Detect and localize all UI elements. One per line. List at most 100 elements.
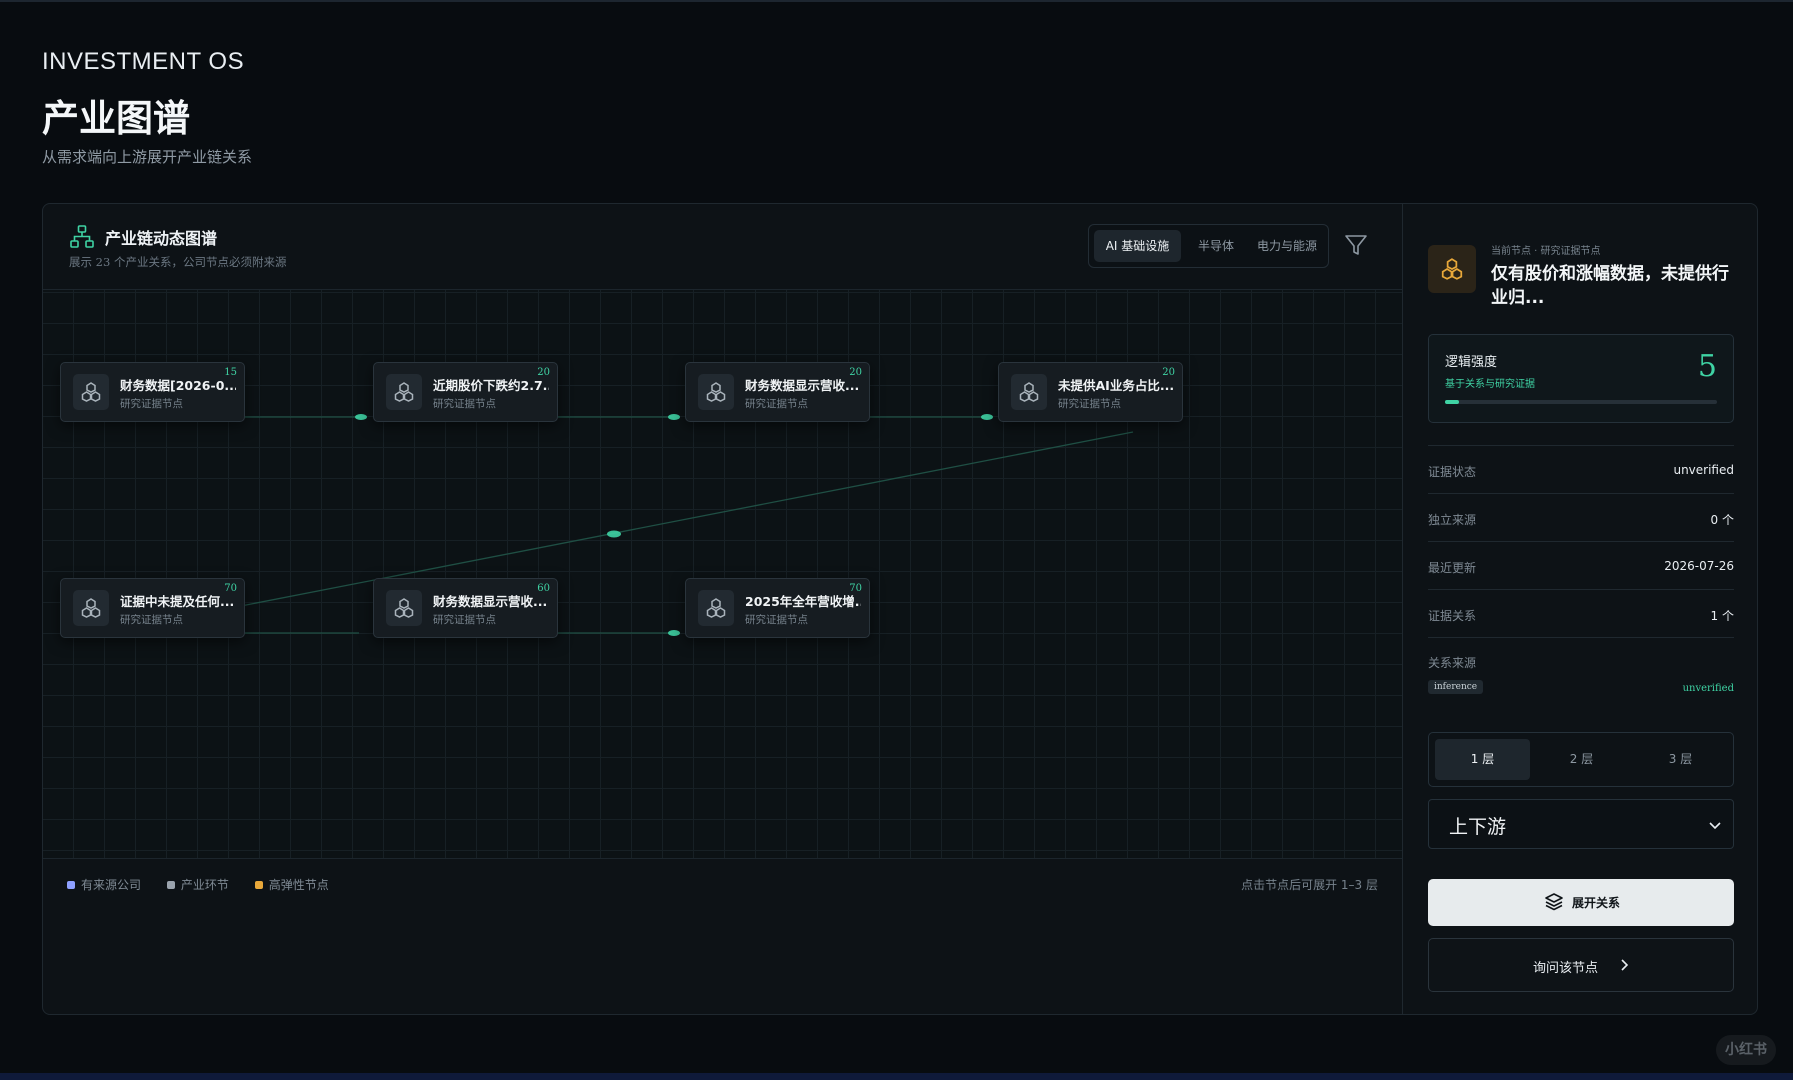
- detail-value: unverified: [1673, 463, 1734, 477]
- node-type: 研究证据节点: [120, 614, 183, 626]
- source-tag: inference: [1428, 680, 1484, 694]
- strength-bar-fill: [1445, 400, 1459, 404]
- detail-value: 1 个: [1710, 609, 1734, 623]
- tab-power-energy[interactable]: 电力与能源: [1249, 230, 1325, 262]
- current-node-title: 仅有股价和涨幅数据，未提供行业归...: [1491, 264, 1729, 308]
- legend-item: 高弹性节点: [254, 876, 329, 893]
- node-cluster-icon: [73, 590, 109, 626]
- edge-arrow: [981, 414, 993, 420]
- detail-key: 证据状态: [1428, 465, 1477, 479]
- tab-ai-infrastructure[interactable]: AI 基础设施: [1094, 230, 1181, 262]
- node-type: 研究证据节点: [745, 614, 808, 626]
- legend-label: 高弹性节点: [268, 878, 329, 892]
- node-label: 近期股价下跌约2.7...: [433, 378, 549, 393]
- filter-icon[interactable]: [1343, 232, 1369, 258]
- node-score: 70: [849, 583, 862, 594]
- current-node-icon: [1428, 245, 1476, 293]
- sector-tabs: AI 基础设施 半导体 电力与能源: [1088, 224, 1329, 268]
- layer-3-button[interactable]: 3 层: [1633, 739, 1728, 780]
- graph-section: 产业链动态图谱 展示 23 个产业关系，公司节点必须附来源 AI 基础设施 半导…: [43, 204, 1402, 1014]
- expand-relations-button[interactable]: 展开关系: [1428, 879, 1734, 926]
- chevron-right-icon: [1621, 959, 1629, 971]
- graph-node[interactable]: 证据中未提及任何... 研究证据节点 70: [60, 578, 245, 638]
- direction-value: 上下游: [1449, 816, 1507, 838]
- layer-1-button[interactable]: 1 层: [1435, 739, 1530, 780]
- node-cluster-icon: [73, 374, 109, 410]
- detail-row: 证据关系 1 个: [1428, 589, 1734, 637]
- edge-arrow: [668, 414, 680, 420]
- strength-bar: [1445, 400, 1717, 404]
- legend-label: 有来源公司: [81, 878, 142, 892]
- source-status: unverified: [1682, 683, 1734, 694]
- legend-swatch: [67, 881, 75, 889]
- expand-relations-label: 展开关系: [1572, 896, 1621, 910]
- graph-title: 产业链动态图谱: [105, 229, 218, 248]
- detail-key: 证据关系: [1428, 609, 1477, 623]
- strength-value: 5: [1697, 349, 1717, 384]
- node-score: 20: [1162, 367, 1175, 378]
- node-label: 未提供AI业务占比...: [1058, 378, 1174, 393]
- ask-node-button[interactable]: 询问该节点: [1428, 938, 1734, 992]
- graph-node[interactable]: 财务数据显示营收... 研究证据节点 60: [373, 578, 558, 638]
- node-cluster-icon: [1011, 374, 1047, 410]
- layer-2-button[interactable]: 2 层: [1534, 739, 1629, 780]
- node-score: 70: [224, 583, 237, 594]
- detail-value: 0 个: [1710, 513, 1734, 527]
- detail-key: 独立来源: [1428, 513, 1477, 527]
- tab-semiconductor[interactable]: 半导体: [1185, 230, 1247, 262]
- legend-item: 有来源公司: [67, 876, 141, 893]
- node-cluster-icon: [698, 374, 734, 410]
- graph-subtitle: 展示 23 个产业关系，公司节点必须附来源: [69, 255, 287, 269]
- graph-node[interactable]: 财务数据显示营收... 研究证据节点 20: [685, 362, 870, 422]
- chevron-down-icon: [1709, 822, 1721, 830]
- brand-label: INVESTMENT OS: [42, 48, 245, 75]
- node-cluster-icon: [698, 590, 734, 626]
- bottom-bar: [0, 1073, 1793, 1080]
- node-type: 研究证据节点: [433, 614, 496, 626]
- node-label: 财务数据显示营收...: [745, 378, 860, 393]
- node-detail-panel: 当前节点 · 研究证据节点 仅有股价和涨幅数据，未提供行业归... 逻辑强度 基…: [1403, 204, 1757, 1014]
- node-score: 20: [849, 367, 862, 378]
- layer-selector: 1 层 2 层 3 层: [1428, 732, 1734, 787]
- graph-node[interactable]: 2025年全年营收增... 研究证据节点 70: [685, 578, 870, 638]
- node-label: 2025年全年营收增...: [745, 594, 861, 609]
- legend-swatch: [254, 881, 263, 889]
- graph-node[interactable]: 近期股价下跌约2.7... 研究证据节点 20: [373, 362, 558, 422]
- ask-node-label: 询问该节点: [1533, 961, 1599, 976]
- strength-subtitle: 基于关系与研究证据: [1445, 379, 1535, 390]
- legend-item: 产业环节: [166, 876, 229, 893]
- direction-select[interactable]: 上下游: [1428, 799, 1734, 849]
- node-type: 研究证据节点: [1058, 398, 1121, 410]
- node-cluster-icon: [386, 590, 422, 626]
- graph-canvas[interactable]: 财务数据[2026-0... 研究证据节点 15 近期股价下跌约2.7... 研…: [43, 289, 1402, 859]
- legend-swatch: [166, 881, 175, 889]
- source-label: 关系来源: [1428, 656, 1477, 670]
- edge-midpoint: [607, 530, 621, 538]
- strength-label: 逻辑强度: [1445, 355, 1498, 370]
- expand-hint: 点击节点后可展开 1–3 层: [1241, 878, 1378, 892]
- detail-value: 2026-07-26: [1664, 559, 1734, 573]
- edge-arrow: [668, 630, 680, 636]
- detail-row: 独立来源 0 个: [1428, 493, 1734, 541]
- node-type: 研究证据节点: [120, 398, 183, 410]
- layers-icon: [1545, 893, 1563, 911]
- detail-row: 最近更新 2026-07-26: [1428, 541, 1734, 589]
- top-border: [0, 0, 1793, 2]
- hierarchy-icon: [70, 225, 94, 248]
- edge-arrow: [355, 414, 367, 420]
- graph-legend: 有来源公司 产业环节 高弹性节点: [67, 876, 351, 893]
- page-subtitle: 从需求端向上游展开产业链关系: [42, 148, 253, 166]
- logic-strength-card: 逻辑强度 基于关系与研究证据 5: [1428, 334, 1734, 423]
- current-node-eyebrow: 当前节点 · 研究证据节点: [1491, 246, 1601, 257]
- node-score: 15: [224, 367, 237, 378]
- graph-panel: 产业链动态图谱 展示 23 个产业关系，公司节点必须附来源 AI 基础设施 半导…: [42, 203, 1758, 1015]
- node-label: 财务数据[2026-0...: [120, 378, 236, 393]
- node-type: 研究证据节点: [745, 398, 808, 410]
- node-score: 20: [537, 367, 550, 378]
- detail-divider: [1428, 637, 1734, 638]
- graph-node[interactable]: 未提供AI业务占比... 研究证据节点 20: [998, 362, 1183, 422]
- graph-node[interactable]: 财务数据[2026-0... 研究证据节点 15: [60, 362, 245, 422]
- node-cluster-icon: [386, 374, 422, 410]
- detail-row: 证据状态 unverified: [1428, 445, 1734, 493]
- watermark-logo: 小红书: [1716, 1035, 1776, 1065]
